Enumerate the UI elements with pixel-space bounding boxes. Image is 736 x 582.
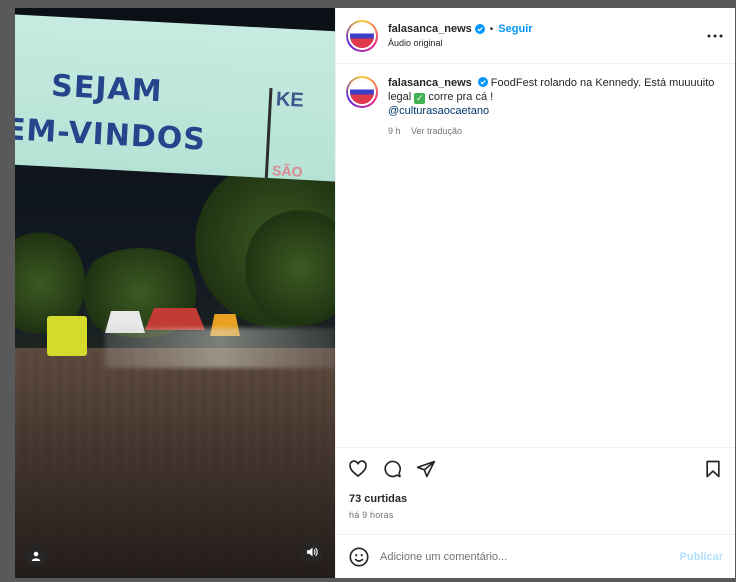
verified-icon (477, 77, 488, 87)
separator-dot: • (489, 23, 494, 35)
comment-input[interactable] (380, 550, 680, 563)
more-options-icon (707, 34, 723, 37)
verified-icon (474, 24, 485, 34)
caption-username-link[interactable]: falasanca_news (388, 77, 472, 89)
bookmark-icon (706, 460, 720, 477)
check-emoji-icon: ✓ (414, 93, 426, 104)
audio-link[interactable]: Áudio original (388, 38, 533, 48)
share-icon (416, 460, 436, 477)
banner-text-line2: EM-VINDOS (15, 112, 207, 158)
food-truck (47, 316, 87, 356)
user-tag-icon (31, 551, 41, 561)
post-modal: SEJAM EM-VINDOS KE SÃO falasanca_news • … (15, 8, 735, 578)
caption-text: falasanca_news FoodFest rolando na Kenned… (388, 76, 718, 138)
post-timestamp[interactable]: há 9 horas (336, 510, 735, 520)
sound-icon (307, 547, 318, 557)
banner-text-line1: SEJAM (50, 68, 164, 110)
post-video[interactable]: SEJAM EM-VINDOS KE SÃO (15, 8, 335, 578)
banner-logo-top: KE (275, 88, 305, 112)
banner-logo-bottom: SÃO (271, 162, 303, 180)
action-bar (336, 447, 735, 489)
avatar-image (350, 80, 374, 104)
user-tag-button[interactable] (25, 545, 47, 567)
welcome-banner: SEJAM EM-VINDOS KE SÃO (15, 14, 335, 183)
caption-avatar[interactable] (346, 76, 378, 108)
likes-count[interactable]: 73 curtidas (336, 493, 735, 505)
post-header: falasanca_news • Seguir Áudio original (336, 8, 735, 64)
post-sidebar: falasanca_news • Seguir Áudio original f… (335, 8, 735, 578)
caption-meta: 9 h Ver tradução (388, 124, 718, 138)
like-button[interactable] (346, 457, 370, 481)
share-button[interactable] (414, 457, 438, 481)
banner-logo: KE SÃO (264, 87, 330, 181)
follow-button[interactable]: Seguir (498, 23, 532, 35)
tent (145, 308, 205, 330)
crowd (105, 328, 335, 368)
more-options-button[interactable] (705, 26, 725, 46)
save-button[interactable] (701, 457, 725, 481)
post-comment-button[interactable]: Publicar (680, 551, 723, 563)
pavement-shade (15, 348, 335, 578)
avatar[interactable] (346, 19, 378, 52)
username-link[interactable]: falasanca_news (388, 23, 472, 35)
caption-time[interactable]: 9 h (388, 126, 401, 136)
comment-form: Publicar (336, 534, 735, 578)
caption: falasanca_news FoodFest rolando na Kenned… (346, 76, 725, 138)
see-translation-link[interactable]: Ver tradução (411, 126, 462, 136)
mention-link[interactable]: @culturasaocaetano (388, 105, 489, 117)
comment-icon (384, 460, 402, 477)
emoji-icon[interactable] (348, 546, 370, 568)
avatar-image (350, 23, 374, 48)
sound-button[interactable] (301, 541, 323, 563)
comment-button[interactable] (380, 457, 404, 481)
heart-icon (349, 459, 367, 477)
comments-area[interactable]: falasanca_news FoodFest rolando na Kenned… (336, 64, 735, 447)
caption-body-2: corre pra cá ! (428, 91, 494, 103)
